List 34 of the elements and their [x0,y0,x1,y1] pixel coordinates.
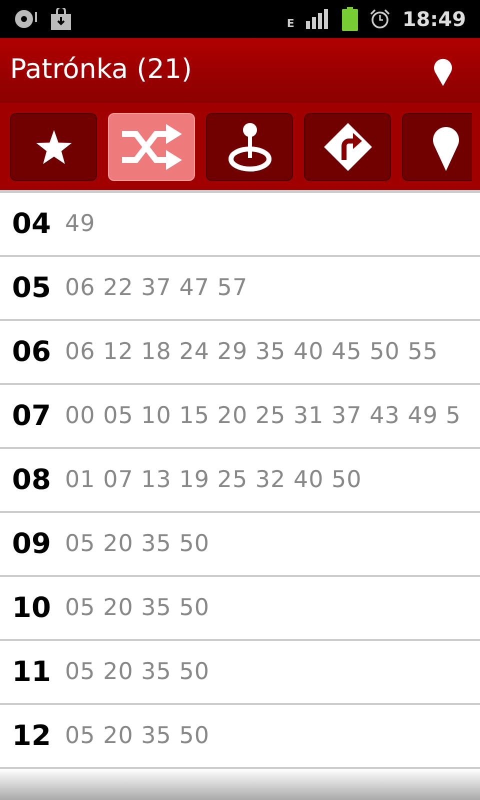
departure-minutes: 05 20 35 50 [65,722,210,751]
shuffle-icon [120,124,184,170]
departure-minutes: 05 20 35 50 [65,594,210,623]
departure-minutes: 06 12 18 24 29 35 40 45 50 55 [65,338,438,367]
hour-label: 08 [12,462,52,498]
turn-sign-icon [322,122,372,172]
battery-icon [342,7,358,31]
signal-icon [306,9,330,29]
toolbar-button[interactable] [10,112,97,180]
target-pin-icon [226,122,272,172]
download-icon [50,8,72,30]
star-icon [36,130,72,164]
departure-minutes: 06 22 37 47 57 [65,274,248,303]
departure-minutes: 05 20 35 50 [65,530,210,559]
toolbar-button[interactable] [402,112,472,180]
departure-minutes: 00 05 10 15 20 25 31 37 43 49 5 [65,402,461,431]
network-type: E [286,18,294,28]
hour-label: 07 [12,398,52,434]
hour-label: 06 [12,334,52,370]
departure-minutes: 05 20 35 50 [65,658,210,687]
departure-minutes: 49 [65,210,96,239]
hour-label: 11 [12,654,52,690]
departure-minutes: 01 07 13 19 25 32 40 50 [65,466,362,495]
clock-time: 18:49 [402,6,466,33]
hour-label: 10 [12,590,52,626]
hour-label: 04 [12,206,52,242]
hour-label: 05 [12,270,52,306]
disc-icon [14,8,38,30]
toolbar-button[interactable] [304,112,391,180]
stop-title: Patrónka (21) [10,53,194,88]
toolbar-button[interactable] [206,112,293,180]
hour-label: 09 [12,526,52,562]
alarm-icon [370,9,390,29]
hour-label: 12 [12,718,52,754]
